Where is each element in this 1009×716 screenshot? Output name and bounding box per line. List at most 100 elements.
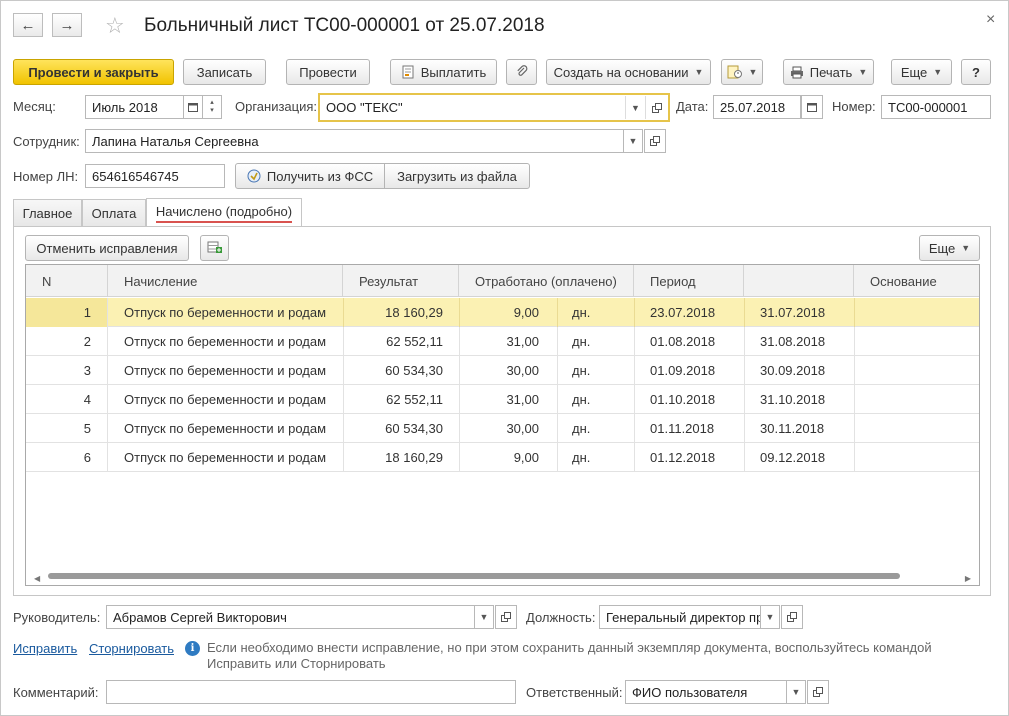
head-dropdown-button[interactable]: ▼ <box>474 605 494 629</box>
cell-unit[interactable]: дн. <box>572 298 590 327</box>
cell-n[interactable]: 5 <box>26 414 108 443</box>
cell-period-start[interactable]: 01.08.2018 <box>650 327 715 356</box>
cell-unit[interactable]: дн. <box>572 414 590 443</box>
reverse-link[interactable]: Сторнировать <box>89 641 174 656</box>
tab-main[interactable]: Главное <box>13 199 82 226</box>
date-field[interactable]: 25.07.2018 <box>713 95 801 119</box>
cell-unit[interactable]: дн. <box>572 356 590 385</box>
pay-button[interactable]: Выплатить <box>390 59 497 85</box>
post-and-close-button[interactable]: Провести и закрыть <box>13 59 174 85</box>
date-calendar-button[interactable] <box>801 95 823 119</box>
back-button[interactable]: ← <box>13 13 43 37</box>
cell-period-end[interactable]: 30.09.2018 <box>760 356 825 385</box>
column-header-result[interactable]: Результат <box>343 265 459 297</box>
grid-more-button[interactable]: Еще ▼ <box>919 235 980 261</box>
responsible-dropdown-button[interactable]: ▼ <box>786 680 806 704</box>
cell-worked[interactable]: 31,00 <box>459 385 539 414</box>
employee-open-button[interactable] <box>644 129 666 153</box>
reports-menu-button[interactable]: ▼ <box>721 59 763 85</box>
print-button[interactable]: Печать ▼ <box>783 59 874 85</box>
cell-period-start[interactable]: 01.10.2018 <box>650 385 715 414</box>
cell-unit[interactable]: дн. <box>572 443 590 472</box>
cell-period-end[interactable]: 30.11.2018 <box>760 414 824 443</box>
tab-accrued-detail[interactable]: Начислено (подробно) <box>146 198 302 227</box>
cell-accrual[interactable]: Отпуск по беременности и родам <box>124 356 326 385</box>
ln-number-field[interactable]: 654616546745 <box>85 164 225 188</box>
cell-result[interactable]: 18 160,29 <box>343 298 443 327</box>
cell-unit[interactable]: дн. <box>572 327 590 356</box>
cell-result[interactable]: 60 534,30 <box>343 356 443 385</box>
head-field[interactable]: Абрамов Сергей Викторович <box>106 605 475 629</box>
forward-button[interactable]: → <box>52 13 82 37</box>
table-row[interactable]: 4 Отпуск по беременности и родам 62 552,11… <box>26 385 979 414</box>
calendar-button[interactable] <box>183 95 203 119</box>
horizontal-scrollbar[interactable] <box>48 573 900 579</box>
cell-worked[interactable]: 30,00 <box>459 414 539 443</box>
cell-n[interactable]: 6 <box>26 443 108 472</box>
employee-dropdown-button[interactable]: ▼ <box>623 129 643 153</box>
create-based-on-button[interactable]: Создать на основании ▼ <box>546 59 711 85</box>
cell-period-start[interactable]: 23.07.2018 <box>650 298 715 327</box>
cell-period-end[interactable]: 31.08.2018 <box>760 327 825 356</box>
cell-worked[interactable]: 30,00 <box>459 356 539 385</box>
help-button[interactable]: ? <box>961 59 991 85</box>
cell-result[interactable]: 62 552,11 <box>343 385 443 414</box>
responsible-field[interactable]: ФИО пользователя <box>625 680 787 704</box>
cell-result[interactable]: 18 160,29 <box>343 443 443 472</box>
responsible-open-button[interactable] <box>807 680 829 704</box>
cell-n[interactable]: 4 <box>26 385 108 414</box>
cell-period-end[interactable]: 31.07.2018 <box>760 298 825 327</box>
cell-period-end[interactable]: 09.12.2018 <box>760 443 825 472</box>
table-row[interactable]: 6 Отпуск по беременности и родам 18 160,29… <box>26 443 979 472</box>
number-field[interactable]: ТС00-000001 <box>881 95 991 119</box>
cell-period-start[interactable]: 01.09.2018 <box>650 356 715 385</box>
more-button[interactable]: Еще ▼ <box>891 59 952 85</box>
cell-accrual[interactable]: Отпуск по беременности и родам <box>124 298 326 327</box>
close-icon[interactable]: × <box>986 11 995 29</box>
cell-accrual[interactable]: Отпуск по беременности и родам <box>124 414 326 443</box>
position-open-button[interactable] <box>781 605 803 629</box>
cell-period-start[interactable]: 01.11.2018 <box>650 414 714 443</box>
table-row[interactable]: 2 Отпуск по беременности и родам 62 552,11… <box>26 327 979 356</box>
employee-field[interactable]: Лапина Наталья Сергеевна <box>85 129 624 153</box>
scroll-left-icon[interactable]: ◀ <box>34 574 40 583</box>
column-header-accrual[interactable]: Начисление <box>108 265 343 297</box>
cell-n[interactable]: 1 <box>26 298 108 327</box>
column-header-period-end[interactable] <box>744 265 854 297</box>
month-spinner[interactable]: ▴ ▾ <box>202 95 222 119</box>
cell-result[interactable]: 62 552,11 <box>343 327 443 356</box>
cell-n[interactable]: 3 <box>26 356 108 385</box>
favorite-star-icon[interactable]: ☆ <box>105 13 125 39</box>
tab-payment[interactable]: Оплата <box>82 199 146 226</box>
position-field[interactable]: Генеральный директор пр <box>599 605 761 629</box>
cell-accrual[interactable]: Отпуск по беременности и родам <box>124 443 326 472</box>
cell-result[interactable]: 60 534,30 <box>343 414 443 443</box>
cell-accrual[interactable]: Отпуск по беременности и родам <box>124 327 326 356</box>
column-header-period[interactable]: Период <box>634 265 744 297</box>
comment-field[interactable] <box>106 680 516 704</box>
cell-worked[interactable]: 9,00 <box>459 298 539 327</box>
position-dropdown-button[interactable]: ▼ <box>760 605 780 629</box>
cancel-fixes-button[interactable]: Отменить исправления <box>25 235 189 261</box>
attach-button[interactable] <box>506 59 537 85</box>
column-header-worked[interactable]: Отработано (оплачено) <box>459 265 634 297</box>
organization-dropdown-button[interactable]: ▼ <box>625 96 645 119</box>
save-button[interactable]: Записать <box>183 59 266 85</box>
add-row-button[interactable] <box>200 235 229 261</box>
table-row[interactable]: 5 Отпуск по беременности и родам 60 534,30… <box>26 414 979 443</box>
cell-period-start[interactable]: 01.12.2018 <box>650 443 715 472</box>
accruals-table[interactable]: N Начисление Результат Отработано (оплач… <box>25 264 980 586</box>
column-header-n[interactable]: N <box>26 265 108 297</box>
get-from-fss-button[interactable]: Получить из ФСС <box>235 163 385 189</box>
organization-open-button[interactable] <box>645 96 667 119</box>
table-row[interactable]: 3 Отпуск по беременности и родам 60 534,30… <box>26 356 979 385</box>
scroll-right-icon[interactable]: ▶ <box>965 574 971 583</box>
fix-link[interactable]: Исправить <box>13 641 77 656</box>
cell-accrual[interactable]: Отпуск по беременности и родам <box>124 385 326 414</box>
cell-n[interactable]: 2 <box>26 327 108 356</box>
cell-period-end[interactable]: 31.10.2018 <box>760 385 825 414</box>
cell-unit[interactable]: дн. <box>572 385 590 414</box>
table-row[interactable]: 1 Отпуск по беременности и родам 18 160,29… <box>26 298 979 327</box>
cell-worked[interactable]: 31,00 <box>459 327 539 356</box>
head-open-button[interactable] <box>495 605 517 629</box>
